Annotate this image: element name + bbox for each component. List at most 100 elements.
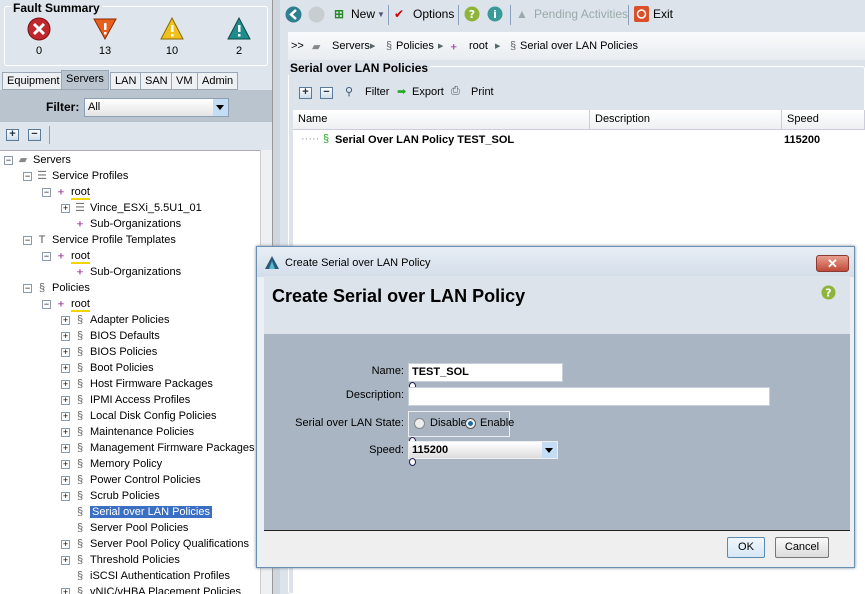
speed-dropdown[interactable]: 115200: [408, 441, 558, 459]
major-faults[interactable]: 13: [85, 17, 125, 57]
name-input[interactable]: TEST_SOL: [408, 363, 563, 382]
tree-item[interactable]: + § Server Pool Policy Qualifications: [61, 536, 249, 552]
breadcrumb-servers[interactable]: Servers: [332, 40, 370, 52]
tree-item[interactable]: + § Maintenance Policies: [61, 424, 194, 440]
tab-lan[interactable]: LAN: [110, 72, 142, 90]
tree-item[interactable]: − ᚐ root: [42, 184, 90, 200]
tree-item[interactable]: § iSCSI Authentication Profiles: [61, 568, 230, 584]
help-icon[interactable]: ?: [821, 285, 836, 300]
policy-icon: §: [76, 314, 84, 326]
tree-item[interactable]: − T Service Profile Templates: [23, 232, 176, 248]
filter-button[interactable]: Filter: [365, 86, 389, 98]
breadcrumb-root[interactable]: root: [469, 40, 488, 52]
expand-icon[interactable]: +: [61, 203, 70, 213]
tree-item[interactable]: + § BIOS Policies: [61, 344, 157, 360]
breadcrumb-serial-over-lan[interactable]: Serial over LAN Policies: [520, 40, 638, 52]
collapse-icon[interactable]: −: [23, 283, 32, 293]
column-header-description[interactable]: Description: [590, 110, 782, 130]
expand-icon[interactable]: +: [61, 347, 70, 357]
print-button[interactable]: Print: [471, 86, 494, 98]
tab-admin[interactable]: Admin: [197, 72, 239, 90]
critical-faults[interactable]: 0: [19, 17, 59, 57]
tree-item[interactable]: − ▰ Servers: [4, 152, 71, 168]
tree-item[interactable]: + § Host Firmware Packages: [61, 376, 213, 392]
tree-item[interactable]: + § BIOS Defaults: [61, 328, 160, 344]
tree-item[interactable]: ᚐ Sub-Organizations: [61, 216, 181, 232]
expand-icon[interactable]: +: [61, 475, 70, 485]
expand-icon[interactable]: +: [61, 411, 70, 421]
tree-item[interactable]: + § Threshold Policies: [61, 552, 180, 568]
expand-all-button[interactable]: +: [6, 129, 19, 141]
tab-equipment[interactable]: Equipment: [2, 72, 65, 90]
tree-item[interactable]: − ᚐ root: [42, 248, 90, 264]
column-header-speed[interactable]: Speed: [782, 110, 865, 130]
collapse-icon[interactable]: −: [42, 299, 51, 309]
tree-item[interactable]: § Server Pool Policies: [61, 520, 189, 536]
expand-icon[interactable]: +: [61, 331, 70, 341]
delete-button[interactable]: −: [320, 87, 333, 99]
expand-icon[interactable]: +: [61, 427, 70, 437]
disable-radio[interactable]: [414, 418, 425, 429]
expand-icon[interactable]: +: [61, 539, 70, 549]
new-dropdown-icon[interactable]: ▼: [377, 10, 385, 19]
tree-item[interactable]: + ☰ Vince_ESXi_5.5U1_01: [61, 200, 202, 216]
tree-item[interactable]: + § IPMI Access Profiles: [61, 392, 190, 408]
tree-item[interactable]: + § Adapter Policies: [61, 312, 170, 328]
tree-item[interactable]: + § Memory Policy: [61, 456, 162, 472]
collapse-icon[interactable]: −: [23, 235, 32, 245]
collapse-icon[interactable]: −: [4, 155, 13, 165]
tree-item[interactable]: + § vNIC/vHBA Placement Policies: [61, 584, 241, 594]
add-button[interactable]: +: [299, 87, 312, 99]
new-button[interactable]: New: [351, 7, 375, 21]
tree-item[interactable]: + § Power Control Policies: [61, 472, 201, 488]
tree-item[interactable]: ᚐ Sub-Organizations: [61, 264, 181, 280]
expand-icon[interactable]: +: [61, 587, 70, 594]
collapse-icon[interactable]: −: [42, 251, 51, 261]
expand-icon[interactable]: +: [61, 315, 70, 325]
expand-icon[interactable]: +: [61, 443, 70, 453]
chevron-down-icon[interactable]: [213, 99, 228, 116]
options-button[interactable]: Options: [413, 7, 454, 21]
filter-dropdown[interactable]: All: [84, 98, 229, 117]
info-icon[interactable]: i: [487, 6, 503, 22]
collapse-icon[interactable]: −: [42, 187, 51, 197]
table-row[interactable]: ····· § Serial Over LAN Policy TEST_SOL …: [293, 132, 865, 150]
tab-vm[interactable]: VM: [171, 72, 198, 90]
pending-activities-button[interactable]: Pending Activities: [534, 7, 628, 21]
dialog-titlebar[interactable]: Create Serial over LAN Policy ✕: [257, 247, 854, 277]
tree-item[interactable]: − ☰ Service Profiles: [23, 168, 128, 184]
column-header-name[interactable]: Name: [293, 110, 590, 130]
collapse-icon[interactable]: −: [23, 171, 32, 181]
enable-radio[interactable]: [465, 418, 476, 429]
export-button[interactable]: Export: [412, 86, 444, 98]
description-input[interactable]: [408, 387, 770, 406]
tree-item[interactable]: + § Management Firmware Packages: [61, 440, 254, 456]
exit-button[interactable]: Exit: [653, 7, 673, 21]
major-count: 13: [98, 45, 112, 57]
tab-servers[interactable]: Servers: [61, 70, 109, 90]
breadcrumb-policies[interactable]: Policies: [396, 40, 434, 52]
expand-icon[interactable]: +: [61, 395, 70, 405]
tab-san[interactable]: SAN: [140, 72, 173, 90]
expand-icon[interactable]: +: [61, 459, 70, 469]
expand-icon[interactable]: +: [61, 491, 70, 501]
tree-item[interactable]: + § Local Disk Config Policies: [61, 408, 217, 424]
tree-item[interactable]: − § Policies: [23, 280, 90, 296]
warning-faults[interactable]: 2: [219, 17, 259, 57]
svg-text:?: ?: [825, 287, 831, 300]
collapse-all-button[interactable]: −: [28, 129, 41, 141]
close-button[interactable]: ✕: [816, 255, 849, 272]
tree-item[interactable]: + § Boot Policies: [61, 360, 154, 376]
tree-item[interactable]: − ᚐ root: [42, 296, 90, 312]
expand-icon[interactable]: +: [61, 379, 70, 389]
expand-icon[interactable]: +: [61, 363, 70, 373]
help-icon[interactable]: ?: [464, 6, 480, 22]
ok-button[interactable]: OK: [727, 537, 765, 558]
tree-item[interactable]: + § Scrub Policies: [61, 488, 160, 504]
tree-item[interactable]: § Serial over LAN Policies: [61, 504, 212, 520]
chevron-down-icon[interactable]: [542, 442, 557, 458]
minor-faults[interactable]: 10: [152, 17, 192, 57]
expand-icon[interactable]: +: [61, 555, 70, 565]
cancel-button[interactable]: Cancel: [775, 537, 829, 558]
back-icon[interactable]: [285, 6, 302, 23]
